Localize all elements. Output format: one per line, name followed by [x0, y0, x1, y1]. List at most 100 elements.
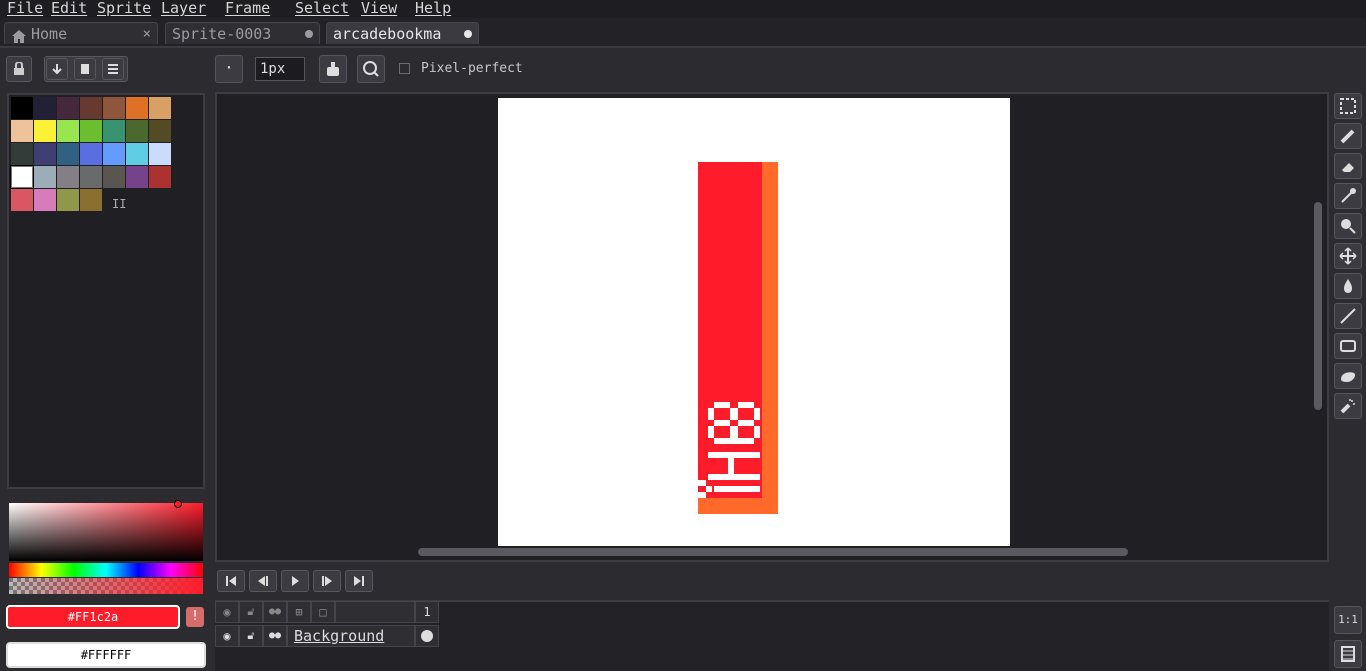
palette-swatch[interactable]	[80, 97, 102, 119]
last-frame-button[interactable]	[345, 570, 373, 592]
palette-swatch[interactable]	[80, 166, 102, 188]
palette-swatch[interactable]	[34, 120, 56, 142]
palette-swatch[interactable]	[103, 143, 125, 165]
palette-preset-button[interactable]	[74, 58, 96, 80]
ink-button[interactable]	[319, 55, 347, 83]
menu-help[interactable]: Help	[415, 0, 451, 18]
cel-dot-icon	[421, 630, 433, 642]
palette-swatch[interactable]	[149, 143, 171, 165]
move-icon	[1335, 247, 1361, 265]
frame-number[interactable]: 1	[415, 601, 439, 623]
close-icon[interactable]: ×	[143, 23, 151, 45]
contour-tool[interactable]	[1334, 363, 1362, 389]
palette-options-button[interactable]	[102, 58, 124, 80]
palette-swatch[interactable]	[126, 97, 148, 119]
palette-swatch[interactable]	[126, 143, 148, 165]
previous-frame-button[interactable]	[249, 570, 277, 592]
palette-swatch[interactable]	[57, 120, 79, 142]
move-tool[interactable]	[1334, 243, 1362, 269]
tab-arcadebookma[interactable]: arcadebookma	[326, 22, 479, 44]
filmstrip-button[interactable]	[1334, 640, 1362, 668]
brush-size-input[interactable]: 1px	[255, 57, 305, 81]
line-tool[interactable]	[1334, 303, 1362, 329]
palette-swatch[interactable]	[80, 189, 102, 211]
timeline-header-spacer	[335, 601, 415, 623]
palette-swatch[interactable]	[10, 165, 34, 189]
palette-swatch[interactable]	[57, 189, 79, 211]
play-button[interactable]	[281, 570, 309, 592]
ink-bottle-icon	[320, 61, 346, 77]
sprite-orange-bottom	[698, 498, 778, 514]
palette-swatch[interactable]	[34, 97, 56, 119]
saturation-value-picker[interactable]	[9, 503, 203, 561]
menu-select[interactable]: Select	[295, 0, 349, 18]
eyedropper-tool[interactable]	[1334, 183, 1362, 209]
color-warning-button[interactable]: !	[186, 607, 204, 627]
palette-swatch[interactable]	[11, 97, 33, 119]
brush-type-button[interactable]: ·	[215, 55, 243, 83]
timeline-continuous-header[interactable]: ●●	[263, 601, 287, 623]
zoom-1-1-button[interactable]: 1:1	[1334, 606, 1362, 634]
timeline-onion-header[interactable]: □	[311, 601, 335, 623]
layer-lock-toggle[interactable]: 🔓︎	[239, 625, 263, 647]
timeline-layers-header[interactable]: ⊞	[287, 601, 311, 623]
palette-swatch[interactable]	[34, 143, 56, 165]
menu-sprite[interactable]: Sprite	[97, 0, 151, 18]
palette-swatch[interactable]	[103, 97, 125, 119]
vertical-scrollbar[interactable]	[1314, 202, 1322, 410]
menu-edit[interactable]: Edit	[51, 0, 87, 18]
menu-view[interactable]: View	[361, 0, 397, 18]
first-frame-button[interactable]	[217, 570, 245, 592]
palette-swatch[interactable]	[149, 120, 171, 142]
palette-swatch[interactable]	[11, 143, 33, 165]
palette-swatch[interactable]	[103, 166, 125, 188]
tab-sprite-0003[interactable]: Sprite-0003	[165, 22, 320, 44]
palette-swatch[interactable]	[34, 166, 56, 188]
layer-visibility-toggle[interactable]: ◉	[215, 625, 239, 647]
rectangle-tool[interactable]	[1334, 333, 1362, 359]
zoom-tool[interactable]	[1334, 213, 1362, 239]
tab-label: Sprite-0003	[172, 25, 272, 43]
fill-tool[interactable]	[1334, 273, 1362, 299]
palette-swatch[interactable]	[80, 120, 102, 142]
palette-swatch[interactable]	[11, 189, 33, 211]
palette-swatch[interactable]	[34, 189, 56, 211]
symmetry-button[interactable]	[357, 55, 385, 83]
menu-file[interactable]: File	[7, 0, 43, 18]
menu-layer[interactable]: Layer	[161, 0, 206, 18]
pixel-perfect-checkbox[interactable]	[399, 63, 410, 74]
palette-swatch[interactable]	[126, 120, 148, 142]
spray-tool[interactable]	[1334, 393, 1362, 419]
palette-swatch[interactable]	[126, 166, 148, 188]
lock-palette-button[interactable]	[6, 56, 32, 82]
layer-continuous-toggle[interactable]: ●●	[263, 625, 287, 647]
rectangular-marquee-tool[interactable]	[1334, 93, 1362, 119]
hue-slider[interactable]	[9, 563, 203, 577]
menu-frame[interactable]: Frame	[225, 0, 270, 18]
palette-swatch[interactable]	[57, 97, 79, 119]
alpha-slider[interactable]	[9, 578, 203, 594]
next-frame-button[interactable]	[313, 570, 341, 592]
palette-swatch[interactable]	[57, 143, 79, 165]
timeline-lock-header[interactable]: 🔓︎	[239, 601, 263, 623]
color-picker-cursor[interactable]	[174, 500, 182, 508]
palette-swatch[interactable]	[57, 166, 79, 188]
cel-cell[interactable]	[415, 625, 439, 647]
background-color-button[interactable]: #FFFFFF	[6, 642, 206, 668]
eye-icon: ◉	[223, 629, 231, 643]
pencil-tool[interactable]	[1334, 123, 1362, 149]
tab-home[interactable]: Home ×	[4, 22, 158, 44]
palette-swatch[interactable]	[103, 120, 125, 142]
palette-sort-button[interactable]	[46, 58, 68, 80]
line-icon	[1335, 307, 1361, 325]
palette-swatch[interactable]	[80, 143, 102, 165]
palette-swatch[interactable]	[11, 120, 33, 142]
horizontal-scrollbar[interactable]	[418, 548, 1128, 556]
palette-swatch[interactable]	[149, 166, 171, 188]
layer-name[interactable]: Background	[287, 625, 415, 647]
foreground-color-button[interactable]: #FF1c2a	[6, 605, 180, 629]
timeline-visibility-header[interactable]: ◉	[215, 601, 239, 623]
eraser-tool[interactable]	[1334, 153, 1362, 179]
palette-swatch[interactable]	[149, 97, 171, 119]
palette-resize-handle-icon[interactable]: II	[112, 197, 126, 211]
